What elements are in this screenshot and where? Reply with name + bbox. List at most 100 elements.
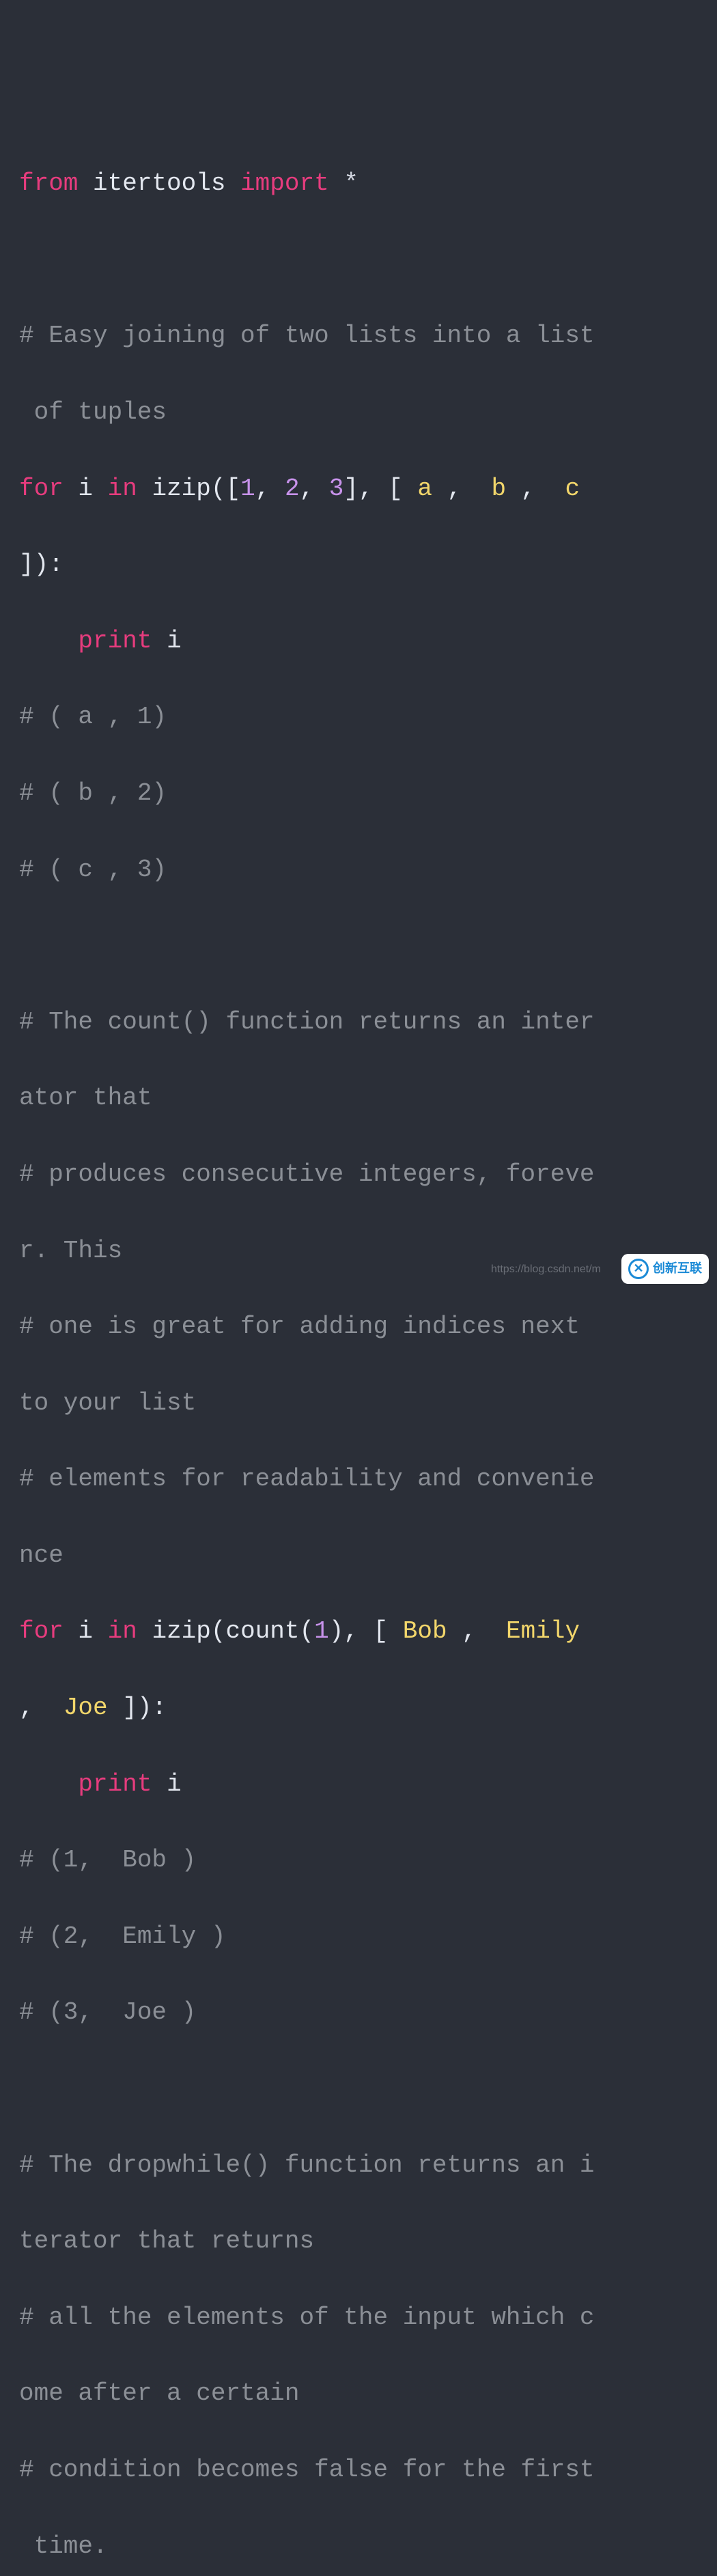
- space: [374, 475, 389, 503]
- comment-line: ome after a certain: [19, 2375, 703, 2413]
- keyword-from: from: [19, 169, 78, 197]
- comment-line: # produces consecutive integers, foreve: [19, 1156, 703, 1194]
- comment-text: # ( c , 3): [19, 856, 167, 884]
- keyword-print: print: [78, 1770, 152, 1798]
- keyword-import: import: [240, 169, 329, 197]
- code-line: from itertools import *: [19, 165, 703, 203]
- number: 2: [285, 475, 300, 503]
- comment-line: # The count() function returns an inter: [19, 1003, 703, 1041]
- check-icon: ✕: [633, 1259, 643, 1278]
- keyword-for: for: [19, 1617, 64, 1645]
- var-i: i: [167, 1770, 182, 1798]
- comment-line: # (3, Joe ): [19, 1993, 703, 2032]
- comma: ,: [300, 475, 315, 503]
- comment-line: # condition becomes false for the first: [19, 2451, 703, 2489]
- comment-text: # The dropwhile() function returns an i: [19, 2151, 595, 2179]
- comment-text: ator that: [19, 1084, 152, 1112]
- bracket-close: ]: [19, 550, 34, 578]
- comment-text: # The count() function returns an inter: [19, 1008, 595, 1036]
- comment-line: # ( b , 2): [19, 774, 703, 813]
- comment-text: # (3, Joe ): [19, 1998, 196, 2026]
- func-izip: izip: [152, 1617, 210, 1645]
- string-joe: Joe: [34, 1694, 123, 1722]
- code-line: ]):: [19, 546, 703, 584]
- comment-line: # one is great for adding indices next: [19, 1308, 703, 1346]
- bracket-open: [: [388, 475, 403, 503]
- bracket-close: ]: [343, 475, 358, 503]
- code-line: for i in izip(count(1), [ Bob , Emily: [19, 1612, 703, 1651]
- comment-text: # all the elements of the input which c: [19, 2304, 595, 2332]
- comment-line: # The dropwhile() function returns an i: [19, 2146, 703, 2185]
- space: [358, 1617, 374, 1645]
- paren-open: (: [300, 1617, 315, 1645]
- string-emily: Emily: [477, 1617, 595, 1645]
- string-c: c: [535, 475, 594, 503]
- code-line: print i: [19, 622, 703, 660]
- watermark-logo-text: 创新互联: [653, 1259, 702, 1278]
- comma: ,: [521, 475, 536, 503]
- comment-text: # (1, Bob ): [19, 1846, 196, 1874]
- comma: ,: [19, 1694, 34, 1722]
- comma: ,: [447, 475, 462, 503]
- comment-line: # (2, Emily ): [19, 1918, 703, 1956]
- comment-text: terator that returns: [19, 2227, 314, 2255]
- comment-line: of tuples: [19, 393, 703, 432]
- var-i: i: [78, 1617, 93, 1645]
- string-a: a: [403, 475, 447, 503]
- bracket-open: [: [374, 1617, 389, 1645]
- paren-open: (: [211, 1617, 226, 1645]
- colon: :: [152, 1694, 167, 1722]
- keyword-in: in: [108, 475, 137, 503]
- space: [314, 475, 329, 503]
- code-line: for i in izip([1, 2, 3], [ a , b , c: [19, 470, 703, 508]
- comment-text: # (2, Emily ): [19, 1922, 225, 1950]
- watermark-logo: ✕ 创新互联: [621, 1254, 709, 1284]
- func-izip: izip: [152, 475, 210, 503]
- comment-text: time.: [19, 2532, 108, 2560]
- blank-line: [19, 2070, 703, 2108]
- var-i: i: [167, 627, 182, 655]
- keyword-print: print: [78, 627, 152, 655]
- logo-circle-icon: ✕: [628, 1259, 649, 1279]
- comment-line: # ( a , 1): [19, 698, 703, 736]
- bracket-close: ]: [122, 1694, 137, 1722]
- blank-line: [19, 241, 703, 279]
- comment-text: # produces consecutive integers, foreve: [19, 1160, 595, 1188]
- paren-open: (: [211, 475, 226, 503]
- comma: ,: [462, 1617, 477, 1645]
- comment-line: terator that returns: [19, 2222, 703, 2260]
- module-name: itertools: [93, 169, 225, 197]
- indent: [19, 627, 78, 655]
- comment-line: # all the elements of the input which c: [19, 2299, 703, 2337]
- comment-line: nce: [19, 1537, 703, 1575]
- string-b: b: [462, 475, 520, 503]
- space: [270, 475, 285, 503]
- comment-text: ome after a certain: [19, 2379, 299, 2407]
- comment-text: to your list: [19, 1389, 196, 1417]
- comment-line: ator that: [19, 1079, 703, 1117]
- bracket-open: [: [226, 475, 241, 503]
- paren-close: ): [329, 1617, 344, 1645]
- indent: [19, 1770, 78, 1798]
- var-i: i: [78, 475, 93, 503]
- comment-line: # elements for readability and convenie: [19, 1460, 703, 1498]
- comment-text: nce: [19, 1541, 64, 1569]
- paren-close: ): [137, 1694, 152, 1722]
- comment-line: time.: [19, 2528, 703, 2566]
- paren-close: ): [34, 550, 49, 578]
- keyword-for: for: [19, 475, 64, 503]
- comment-text: # one is great for adding indices next: [19, 1313, 595, 1341]
- star-operator: *: [343, 169, 358, 197]
- comma: ,: [255, 475, 270, 503]
- comment-line: to your list: [19, 1384, 703, 1423]
- number: 3: [329, 475, 344, 503]
- blank-line: [19, 927, 703, 965]
- comma: ,: [343, 1617, 358, 1645]
- func-count: count: [226, 1617, 300, 1645]
- code-line: , Joe ]):: [19, 1689, 703, 1727]
- comment-text: r. This: [19, 1237, 122, 1265]
- space: [152, 1770, 167, 1798]
- string-bob: Bob: [388, 1617, 462, 1645]
- code-line: print i: [19, 1765, 703, 1804]
- keyword-in: in: [108, 1617, 137, 1645]
